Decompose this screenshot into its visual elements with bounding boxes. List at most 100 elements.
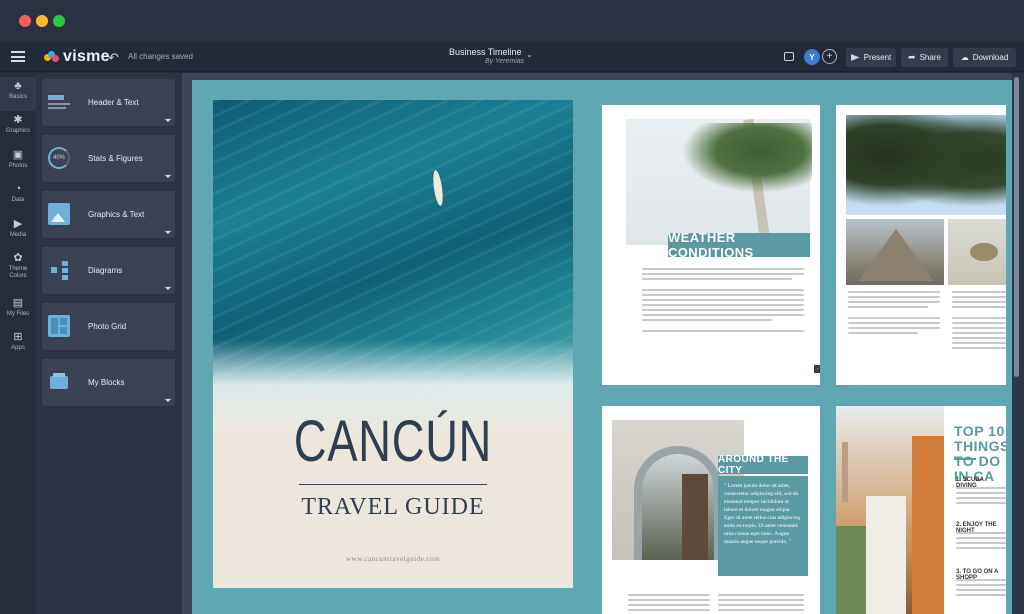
text-line xyxy=(848,317,940,319)
menu-icon[interactable] xyxy=(11,51,25,62)
city-heading[interactable]: AROUND THE CITY xyxy=(718,454,808,476)
content-blocks-panel: Header & Text 40% Stats & Figures Graphi… xyxy=(36,73,182,614)
page-photo-collage[interactable] xyxy=(836,105,1006,385)
rail-item-apps[interactable]: ⊞ Apps xyxy=(0,328,36,362)
block-label: Diagrams xyxy=(88,266,123,275)
visme-logo-icon xyxy=(44,51,59,63)
text-line xyxy=(848,322,940,324)
block-graphics-text[interactable]: Graphics & Text xyxy=(42,191,175,238)
text-line xyxy=(952,317,1006,319)
editor-toolbar: visme ↶ All changes saved Business Timel… xyxy=(0,42,1024,72)
scrollbar-thumb[interactable] xyxy=(1014,77,1019,377)
undo-icon[interactable]: ↶ xyxy=(108,50,119,66)
text-line xyxy=(952,347,1006,349)
text-line xyxy=(952,332,1006,334)
block-diagrams[interactable]: Diagrams xyxy=(42,247,175,294)
text-line xyxy=(642,314,804,316)
download-button[interactable]: ☁ Download xyxy=(953,48,1016,67)
files-icon: ▤ xyxy=(12,297,24,309)
image-icon xyxy=(48,203,70,225)
block-header-text[interactable]: Header & Text xyxy=(42,79,175,126)
rail-label: Photos xyxy=(8,163,28,169)
chevron-down-icon[interactable] xyxy=(165,287,171,290)
text-line xyxy=(956,589,1006,591)
text-line xyxy=(642,278,792,280)
rail-label: Data xyxy=(11,197,25,203)
text-line xyxy=(956,542,1006,544)
present-icon xyxy=(850,54,860,61)
cover-page[interactable]: CANCÚN TRAVEL GUIDE www.cancuntravelguid… xyxy=(213,100,573,588)
text-line xyxy=(642,273,804,275)
text-line xyxy=(956,579,1006,581)
text-line xyxy=(956,537,1006,539)
rail-label: Basics xyxy=(9,94,27,100)
apps-icon: ⊞ xyxy=(13,331,23,343)
cover-title[interactable]: CANCÚN xyxy=(253,408,534,475)
maximize-window-button[interactable] xyxy=(53,15,65,27)
cover-subtitle[interactable]: TRAVEL GUIDE xyxy=(213,494,573,521)
text-line xyxy=(642,294,804,296)
minimize-window-button[interactable] xyxy=(36,15,48,27)
block-stats-figures[interactable]: 40% Stats & Figures xyxy=(42,135,175,182)
rail-label: Apps xyxy=(11,345,25,351)
chevron-down-icon[interactable] xyxy=(165,175,171,178)
rail-item-photos[interactable]: ▣ Photos xyxy=(0,146,36,180)
rail-item-data[interactable]: ◔ Data xyxy=(0,180,36,214)
chevron-down-icon[interactable]: ⌄ xyxy=(526,50,533,59)
logo-text: visme xyxy=(63,48,110,65)
city-quote[interactable]: " Lorem ipsum dolor sit amet, consectetu… xyxy=(718,476,808,576)
text-line xyxy=(642,299,804,301)
visme-logo[interactable]: visme xyxy=(44,48,110,65)
add-collaborator-icon[interactable]: + xyxy=(822,49,837,64)
rail-label: Media xyxy=(9,232,27,238)
text-line xyxy=(848,306,928,308)
share-button[interactable]: ➦ Share xyxy=(901,48,948,67)
chevron-down-icon[interactable] xyxy=(165,399,171,402)
page-top-10[interactable]: TOP 10 THINGS TO DO IN CA 1. SCUBA DIVIN… xyxy=(836,406,1006,614)
top10-heading[interactable]: TOP 10 THINGS TO DO IN CA xyxy=(954,424,1006,484)
text-line xyxy=(956,532,1006,534)
rail-item-my-files[interactable]: ▤ My Files xyxy=(0,294,36,328)
text-line xyxy=(718,609,804,611)
text-line xyxy=(642,289,804,291)
cover-url[interactable]: www.cancuntravelguide.com xyxy=(213,555,573,563)
download-icon: ☁ xyxy=(960,53,969,62)
chevron-down-icon[interactable] xyxy=(165,231,171,234)
block-label: Photo Grid xyxy=(88,322,127,331)
text-line xyxy=(952,301,1006,303)
text-line xyxy=(956,584,1006,586)
palette-icon: ✿ xyxy=(13,252,23,264)
block-my-blocks[interactable]: My Blocks xyxy=(42,359,175,406)
rail-item-basics[interactable]: ♣ Basics xyxy=(0,77,36,111)
rail-item-media[interactable]: ▶ Media xyxy=(0,215,36,249)
text-line xyxy=(848,301,940,303)
close-window-button[interactable] xyxy=(19,15,31,27)
text-line xyxy=(642,268,804,270)
page-number: › xyxy=(814,365,820,373)
share-label: Share xyxy=(919,53,941,62)
page-around-the-city[interactable]: AROUND THE CITY " Lorem ipsum dolor sit … xyxy=(602,406,820,614)
left-icon-rail: ♣ Basics ✱ Graphics ▣ Photos ◔ Data ▶ Me… xyxy=(0,73,36,614)
avatar[interactable]: Y xyxy=(804,49,820,65)
document-author: By Yeremias xyxy=(485,58,525,65)
text-line xyxy=(848,332,918,334)
palm-photo xyxy=(626,118,812,246)
text-line xyxy=(952,337,1006,339)
text-line xyxy=(628,609,710,611)
block-label: Stats & Figures xyxy=(88,154,143,163)
rail-label: My Files xyxy=(6,311,30,317)
present-button[interactable]: Present xyxy=(846,48,896,67)
text-line xyxy=(642,330,804,332)
page-weather[interactable]: WEATHER CONDITIONS › xyxy=(602,105,820,385)
text-line xyxy=(952,322,1006,324)
block-photo-grid[interactable]: Photo Grid xyxy=(42,303,175,350)
text-line xyxy=(956,492,1006,494)
iguana-photo xyxy=(948,219,1006,285)
weather-heading[interactable]: WEATHER CONDITIONS xyxy=(668,230,810,260)
comment-icon[interactable] xyxy=(784,52,794,61)
rail-item-graphics[interactable]: ✱ Graphics xyxy=(0,111,36,145)
document-title[interactable]: Business Timeline xyxy=(449,47,569,57)
chevron-down-icon[interactable] xyxy=(165,119,171,122)
palm-sky-photo xyxy=(846,115,1006,215)
rail-item-theme-colors[interactable]: ✿ Theme Colors xyxy=(0,249,36,289)
